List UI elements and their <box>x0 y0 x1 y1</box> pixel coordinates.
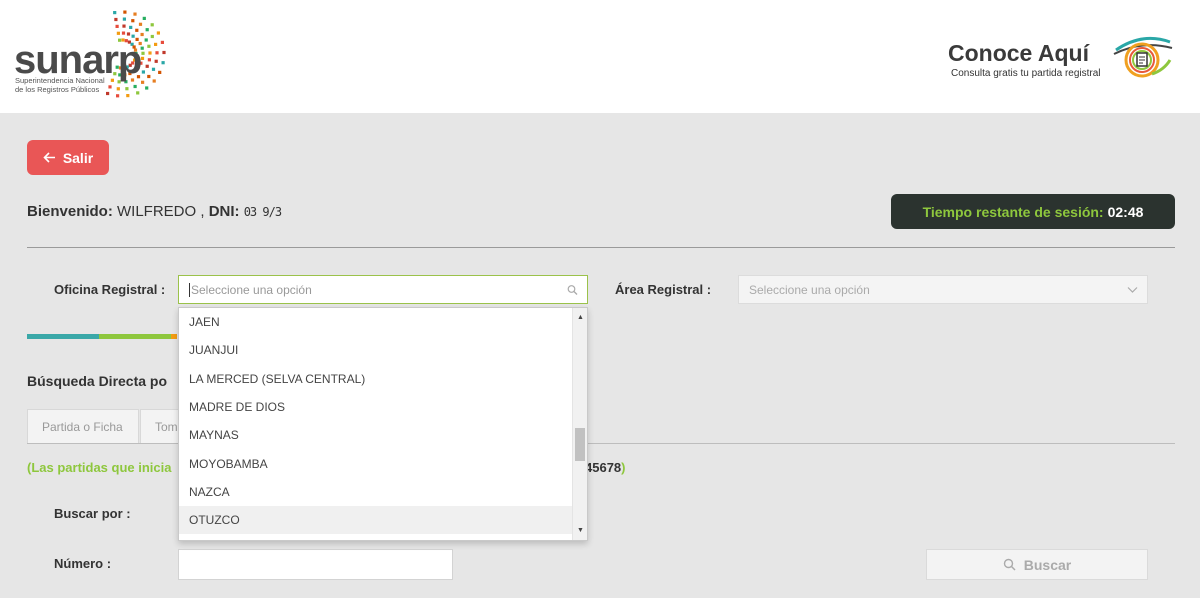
dropdown-option[interactable]: NAZCA <box>179 478 573 506</box>
scroll-up-arrow-icon[interactable]: ▲ <box>573 310 587 325</box>
buscar-button[interactable]: Buscar <box>926 549 1148 580</box>
oficina-registral-placeholder: Seleccione una opción <box>191 282 312 297</box>
section-title: Búsqueda Directa po <box>27 373 168 389</box>
note-paren: ) <box>621 460 626 475</box>
buscar-button-label: Buscar <box>1023 556 1072 573</box>
arrow-left-icon <box>43 152 55 163</box>
conoce-aqui-banner[interactable]: Conoce Aquí Consulta gratis tu partida r… <box>948 36 1188 88</box>
eye-icon <box>1113 36 1173 78</box>
oficina-registral-label: Oficina Registral : <box>54 282 166 297</box>
scroll-thumb[interactable] <box>575 428 585 461</box>
chevron-down-icon <box>1127 286 1138 293</box>
sunarp-logo[interactable]: sunarp Superintendencia Nacional de los … <box>14 10 184 102</box>
exit-button[interactable]: Salir <box>27 140 109 175</box>
tab-label: Partida o Ficha <box>42 419 123 434</box>
session-timer: Tiempo restante de sesión: 02:48 <box>891 194 1175 229</box>
session-timer-value: 02:48 <box>1107 203 1144 220</box>
dropdown-scrollbar[interactable]: ▲ ▼ <box>572 308 587 540</box>
area-registral-label: Área Registral : <box>615 282 712 297</box>
color-bar-orange <box>171 334 177 339</box>
logo-sub-line1: Superintendencia Nacional <box>15 76 105 85</box>
tab-label: Tom <box>155 419 178 434</box>
divider <box>27 247 1175 248</box>
tab-partida-o-ficha[interactable]: Partida o Ficha <box>27 409 139 443</box>
header: sunarp Superintendencia Nacional de los … <box>0 0 1200 113</box>
dni-label: DNI: <box>208 203 240 220</box>
dni-value: 03 9/3 <box>243 205 282 219</box>
dropdown-option[interactable]: MADRE DE DIOS <box>179 393 573 421</box>
dropdown-option[interactable]: MAYNAS <box>179 421 573 449</box>
user-name: WILFREDO , <box>117 203 205 220</box>
numero-label: Número : <box>54 556 112 571</box>
dropdown-option[interactable]: JAEN <box>179 308 573 336</box>
search-icon <box>567 284 578 295</box>
dropdown-option[interactable]: JUANJUI <box>179 336 573 364</box>
buscar-por-label: Buscar por : <box>54 506 131 521</box>
color-accent-bar <box>27 334 177 339</box>
color-bar-green <box>99 334 171 339</box>
exit-button-label: Salir <box>62 149 94 166</box>
note-digits: 45678 <box>585 460 622 475</box>
color-bar-teal <box>27 334 99 339</box>
dropdown-options: JAEN JUANJUI LA MERCED (SELVA CENTRAL) MADR… <box>179 308 573 535</box>
partidas-note-tail: 45678) <box>585 460 626 475</box>
dropdown-option[interactable]: OTUZCO <box>179 506 573 535</box>
oficina-dropdown-list[interactable]: JAEN JUANJUI LA MERCED (SELVA CENTRAL) MADR… <box>178 307 588 541</box>
oficina-registral-select[interactable]: Seleccione una opción <box>178 275 588 304</box>
welcome-text: Bienvenido: WILFREDO , DNI: 03 9/3 <box>27 203 282 220</box>
welcome-label: Bienvenido: <box>27 203 113 220</box>
dropdown-option[interactable]: LA MERCED (SELVA CENTRAL) <box>179 365 573 393</box>
numero-input[interactable] <box>178 549 453 580</box>
logo-subtitle: Superintendencia Nacional de los Registr… <box>15 76 125 94</box>
conoce-title: Conoce Aquí <box>948 40 1089 66</box>
dropdown-option[interactable]: MOYOBAMBA <box>179 449 573 477</box>
partidas-note: (Las partidas que inicia <box>27 460 172 475</box>
text-cursor <box>189 282 190 297</box>
scroll-down-arrow-icon[interactable]: ▼ <box>573 523 587 538</box>
tab-tomo[interactable]: Tom <box>140 409 180 443</box>
area-registral-select[interactable]: Seleccione una opción <box>738 275 1148 304</box>
conoce-subtitle: Consulta gratis tu partida registral <box>951 68 1101 79</box>
search-icon <box>1003 558 1016 571</box>
area-registral-placeholder: Seleccione una opción <box>749 282 870 297</box>
session-timer-label: Tiempo restante de sesión: <box>922 203 1104 220</box>
logo-sub-line2: de los Registros Públicos <box>15 85 100 94</box>
